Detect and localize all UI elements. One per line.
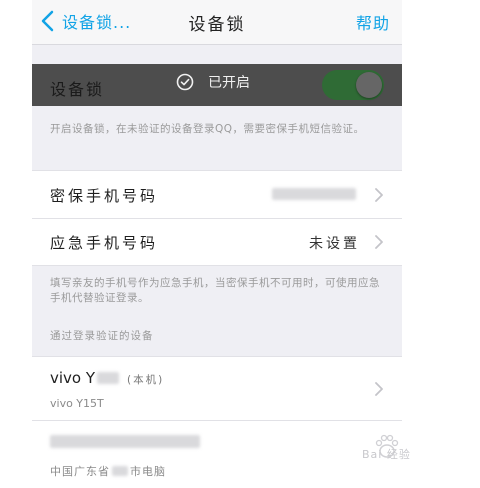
watermark-text: Bai 经验 bbox=[362, 448, 411, 461]
device-name: vivo Y (本机) bbox=[50, 369, 164, 387]
device-lock-description: 开启设备锁，在未验证的设备登录QQ，需要密保手机短信验证。 bbox=[50, 123, 365, 135]
device-local-tag: (本机) bbox=[127, 374, 165, 386]
security-phone-cell[interactable]: 密保手机号码 bbox=[32, 170, 402, 220]
chevron-right-icon bbox=[375, 235, 383, 249]
chevron-right-icon bbox=[375, 188, 383, 202]
verified-devices-header: 通过登录验证的设备 bbox=[50, 330, 154, 342]
device-lock-row: 设备锁 已开启 bbox=[32, 64, 402, 106]
right-margin bbox=[402, 0, 480, 488]
enabled-toast: 已开启 bbox=[176, 72, 250, 92]
emergency-phone-description: 填写亲友的手机号作为应急手机，当密保手机不可用时，可使用应急手机代替验证登录。 bbox=[50, 277, 380, 304]
left-margin bbox=[0, 0, 32, 488]
device-location-text: 中国广东省 bbox=[50, 465, 110, 478]
device-item-computer[interactable]: 中国广东省 市电脑 bbox=[32, 420, 402, 488]
redacted-phone-number bbox=[272, 188, 356, 200]
phone-screen: 设备锁... 设备锁 帮助 设备锁 已开启 开启设备锁，在未验证的设备登录QQ，… bbox=[32, 0, 402, 488]
redacted-device-name bbox=[97, 372, 120, 384]
toggle-knob bbox=[356, 72, 382, 98]
device-model: vivo Y15T bbox=[50, 397, 104, 410]
chevron-right-icon bbox=[375, 382, 383, 396]
help-button[interactable]: 帮助 bbox=[356, 10, 390, 34]
toast-text: 已开启 bbox=[208, 75, 250, 91]
device-lock-toggle[interactable] bbox=[322, 70, 384, 100]
check-circle-icon bbox=[176, 73, 194, 91]
emergency-phone-label: 应急手机号码 bbox=[50, 234, 159, 252]
redacted-device-name bbox=[50, 435, 200, 448]
emergency-phone-cell[interactable]: 应急手机号码 未设置 bbox=[32, 218, 402, 266]
navigation-bar: 设备锁... 设备锁 帮助 bbox=[32, 0, 402, 45]
device-lock-label: 设备锁 bbox=[50, 80, 105, 99]
device-location: 中国广东省 市电脑 bbox=[50, 463, 166, 479]
emergency-phone-value: 未设置 bbox=[309, 236, 360, 252]
security-phone-label: 密保手机号码 bbox=[50, 187, 159, 205]
device-location-suffix: 市电脑 bbox=[130, 465, 166, 478]
page-title: 设备锁 bbox=[188, 15, 246, 35]
redacted-city bbox=[112, 466, 128, 476]
device-name-text: vivo Y bbox=[50, 369, 96, 387]
device-item-local[interactable]: vivo Y (本机) vivo Y15T bbox=[32, 356, 402, 422]
